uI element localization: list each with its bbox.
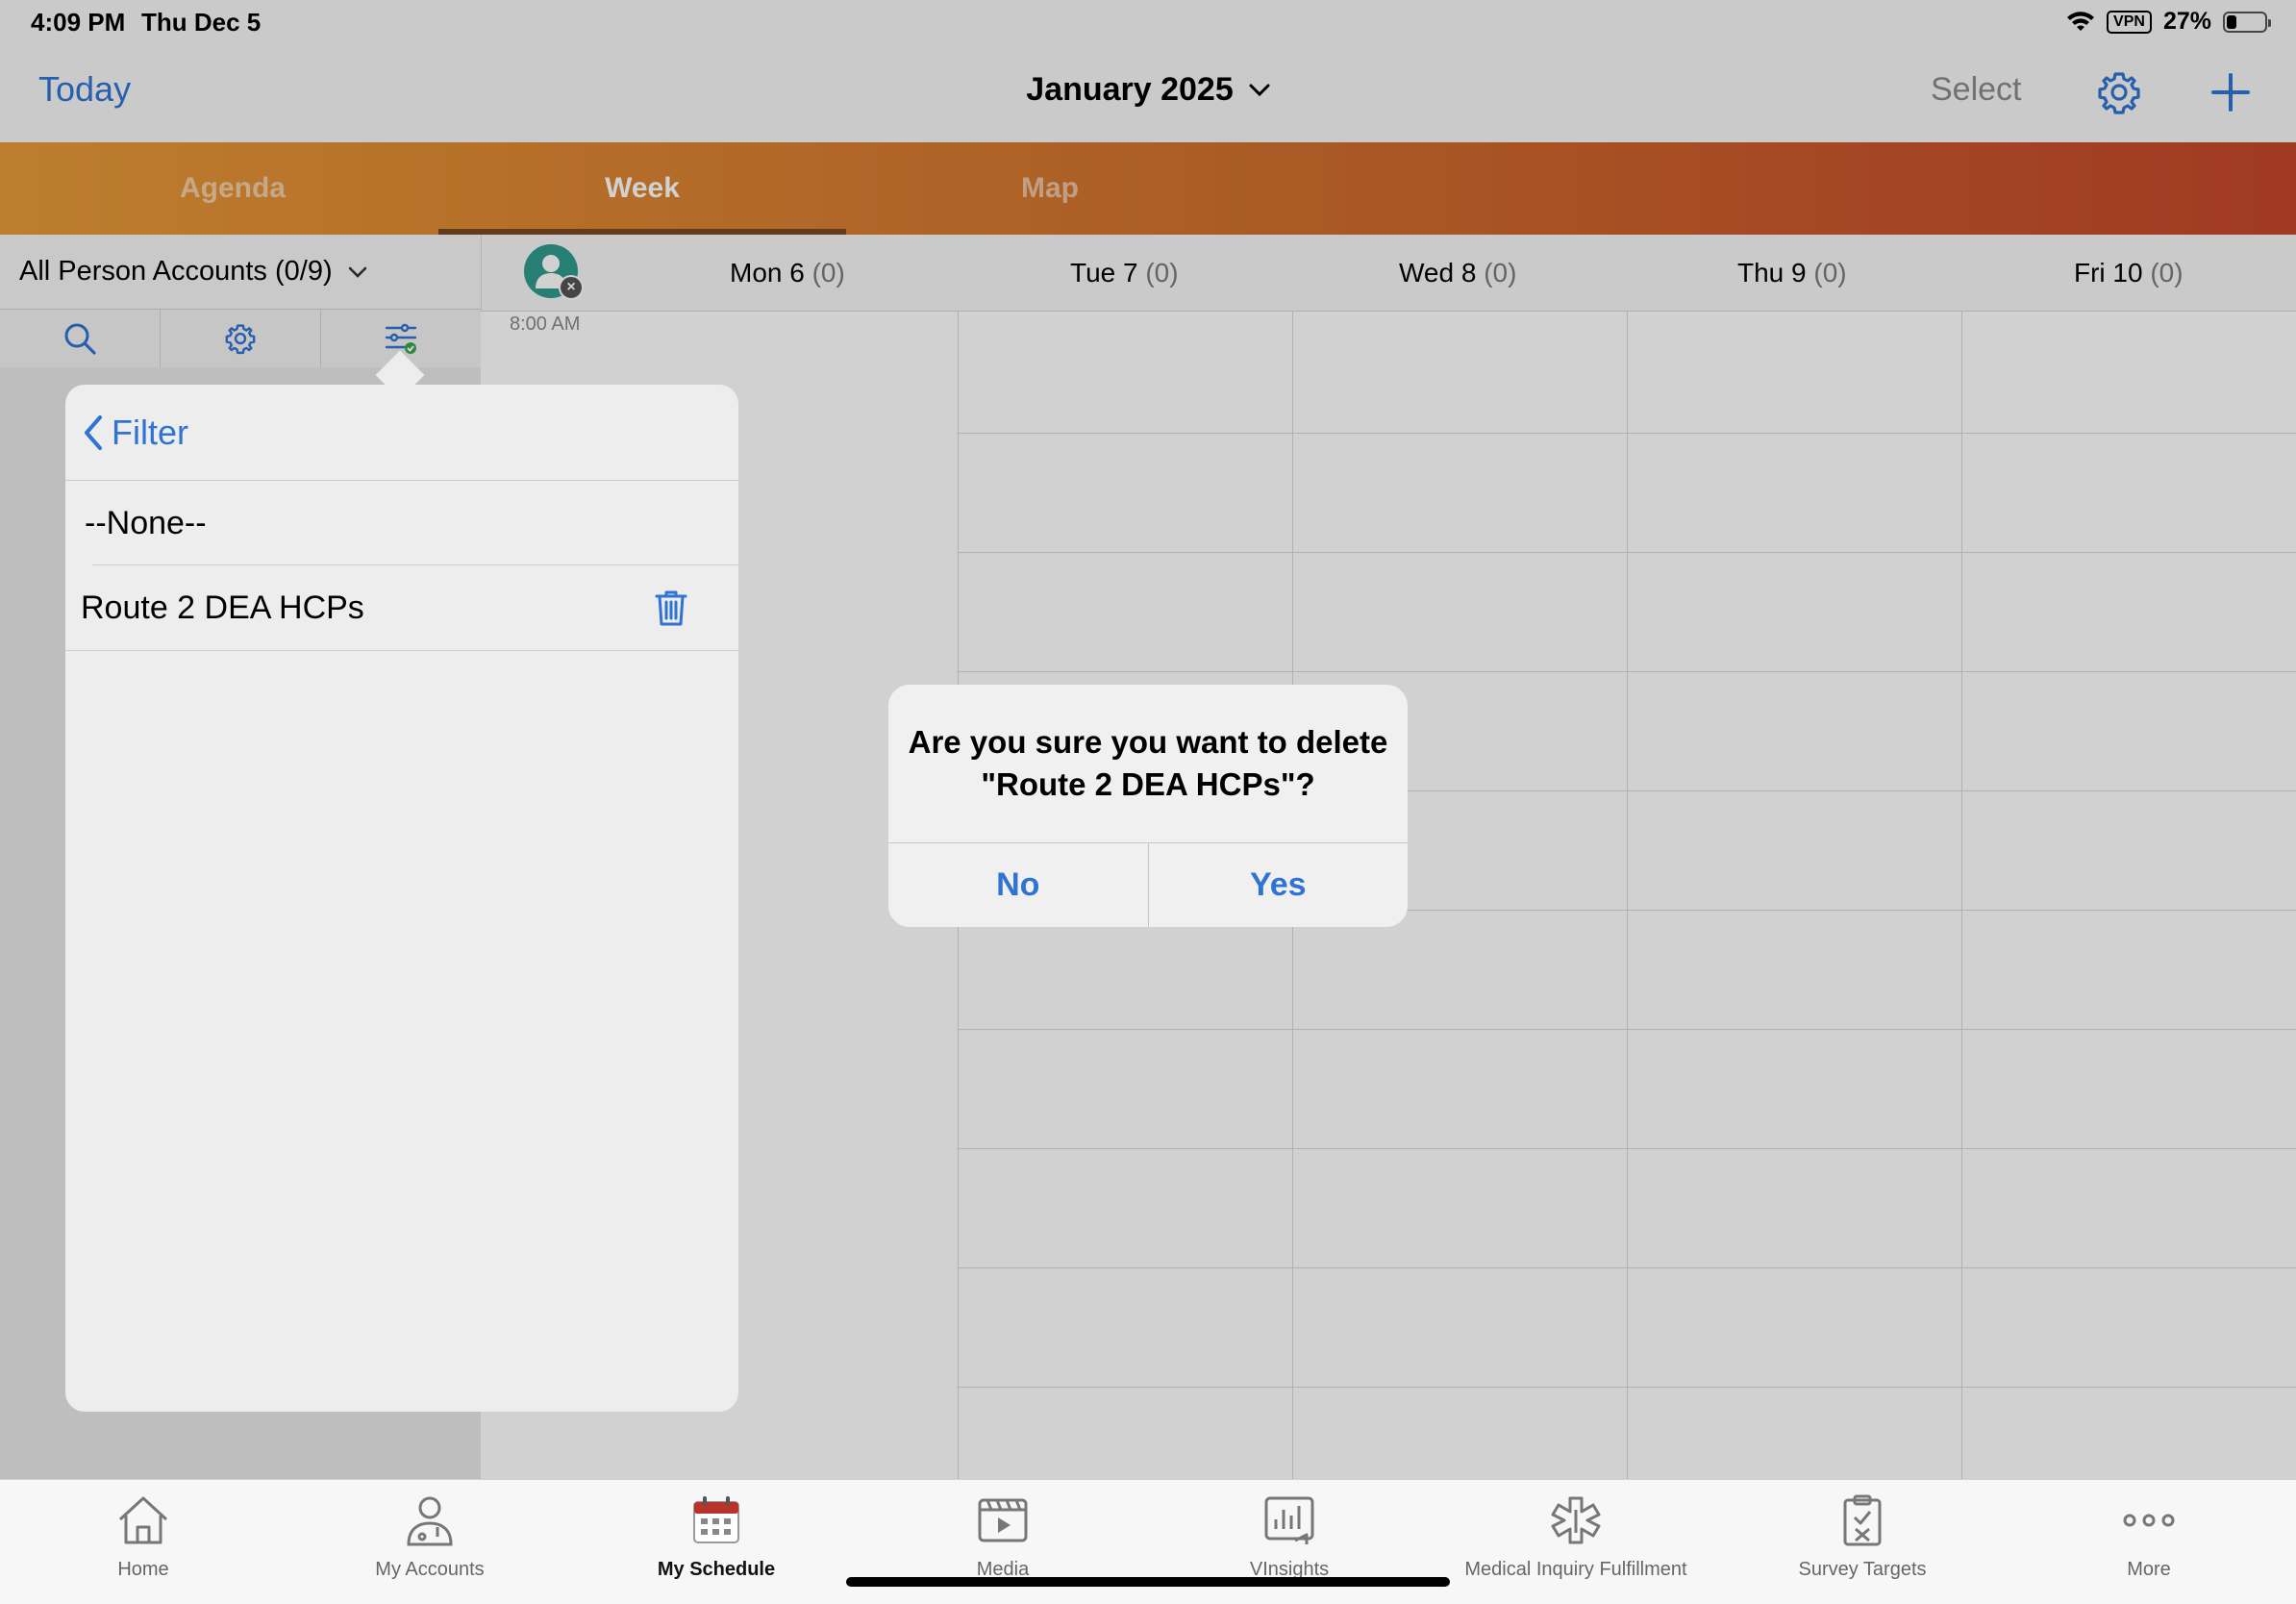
alert-message: Are you sure you want to delete "Route 2… [908, 724, 1388, 802]
filter-popover: Filter --None-- Route 2 DEA HCPs [65, 385, 738, 1412]
tab-medical-inquiry[interactable]: Medical Inquiry Fulfillment [1433, 1491, 1719, 1597]
tab-more[interactable]: More [2006, 1491, 2292, 1597]
tab-label: Medical Inquiry Fulfillment [1464, 1559, 1687, 1580]
tab-label: My Schedule [657, 1559, 776, 1580]
home-icon [118, 1496, 168, 1544]
filter-item-label: Route 2 DEA HCPs [81, 589, 364, 626]
filter-item-route-2[interactable]: Route 2 DEA HCPs [65, 565, 738, 650]
tab-label: More [2127, 1559, 2171, 1580]
yes-button[interactable]: Yes [1149, 843, 1409, 927]
tab-survey-targets[interactable]: Survey Targets [1719, 1491, 2006, 1597]
filter-item-label: --None-- [85, 504, 207, 541]
home-indicator[interactable] [846, 1577, 1450, 1587]
calendar-icon [693, 1496, 739, 1543]
person-icon [407, 1496, 453, 1546]
tab-home[interactable]: Home [0, 1491, 287, 1597]
filter-title: Filter [112, 412, 188, 452]
alert-buttons: No Yes [888, 842, 1408, 927]
medical-star-icon [1551, 1496, 1601, 1544]
filter-back-button[interactable]: Filter [65, 385, 738, 481]
tab-label: Survey Targets [1798, 1559, 1927, 1580]
no-button[interactable]: No [888, 843, 1149, 927]
tab-my-schedule[interactable]: My Schedule [573, 1491, 860, 1597]
delete-confirm-dialog: Are you sure you want to delete "Route 2… [888, 685, 1408, 927]
trash-icon[interactable] [654, 589, 688, 627]
media-play-icon [978, 1498, 1028, 1542]
divider [65, 650, 738, 651]
clipboard-check-icon [1843, 1494, 1882, 1546]
tab-my-accounts[interactable]: My Accounts [287, 1491, 573, 1597]
more-dots-icon [2123, 1514, 2175, 1527]
chevron-left-icon [85, 414, 102, 450]
insights-chart-icon [1264, 1496, 1314, 1544]
tab-label: My Accounts [375, 1559, 485, 1580]
tab-label: Home [117, 1559, 169, 1580]
filter-item-none[interactable]: --None-- [65, 482, 738, 564]
